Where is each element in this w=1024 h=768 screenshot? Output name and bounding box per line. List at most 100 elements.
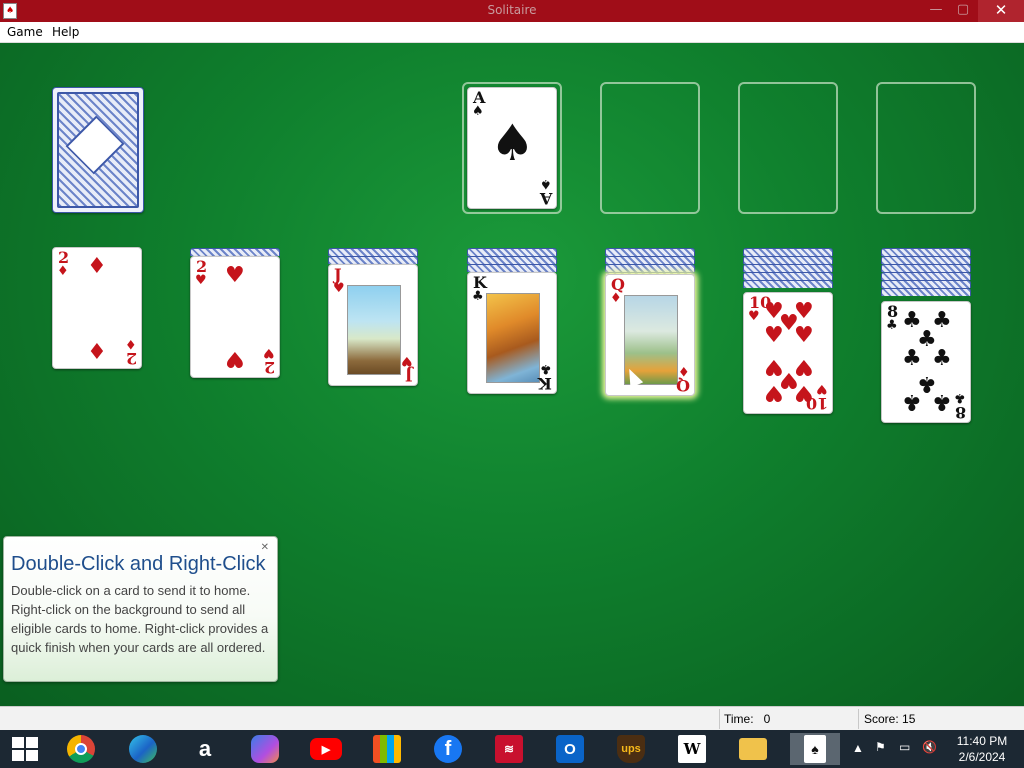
tableau-5-hidden-card: [605, 248, 695, 256]
card-rank: 2: [263, 358, 275, 377]
card-suit-icon: ♦: [610, 291, 622, 306]
tableau-6-hidden-card: [743, 256, 833, 264]
king-face-art: [486, 293, 540, 383]
ups-button[interactable]: ups: [612, 733, 650, 765]
amazon-icon: a: [198, 736, 212, 761]
tableau-7-hidden-card: [881, 280, 971, 288]
bank-of-america-button[interactable]: ≋: [490, 733, 528, 765]
wikipedia-button[interactable]: W: [673, 733, 711, 765]
amazon-button[interactable]: a: [186, 733, 224, 765]
tableau-6-hidden-card: [743, 280, 833, 288]
maximize-button[interactable]: ▢: [948, 0, 978, 22]
card-suit-icon: ♥: [333, 281, 345, 296]
score-display: Score: 15: [864, 712, 915, 726]
facebook-button[interactable]: f: [429, 733, 467, 765]
card-rank: 2: [125, 349, 137, 368]
tableau-6-hidden-card: [743, 264, 833, 272]
chrome-button[interactable]: [62, 733, 100, 765]
status-bar: Time: 0 Score: 15: [0, 706, 1024, 730]
tableau-7-top-card[interactable]: 8 ♣ ♣ ♣ ♣ ♣ ♣ ♣ ♣ ♣ ♣ 8: [881, 301, 971, 423]
foundation-top-card[interactable]: A ♠ ♠ ♠ A: [467, 87, 557, 209]
close-icon[interactable]: ✕: [261, 542, 269, 553]
system-clock[interactable]: 11:40 PM 2/6/2024: [950, 733, 1014, 765]
foundation-2[interactable]: [600, 82, 700, 214]
foundation-3[interactable]: [738, 82, 838, 214]
tableau-4-hidden-card: [467, 248, 557, 256]
copilot-button[interactable]: [246, 733, 284, 765]
score-label: Score:: [864, 712, 899, 726]
solitaire-taskbar-button[interactable]: ♠: [790, 733, 840, 765]
club-icon: ♣: [932, 389, 952, 414]
tableau-5-top-card[interactable]: Q ♦ ♦ Q: [605, 274, 695, 396]
tableau-5-hidden-card: [605, 264, 695, 272]
menu-game[interactable]: Game: [7, 25, 43, 39]
card-suit-icon: ♣: [886, 318, 898, 333]
outlook-button[interactable]: O: [551, 733, 589, 765]
tableau-1-top-card[interactable]: 2 ♦ ♦ ♦ ♦ 2: [52, 247, 142, 369]
status-divider: [858, 709, 859, 729]
tableau-6-top-card[interactable]: 10 ♥ ♥ ♥ ♥ ♥ ♥ ♥ ♥ ♥ ♥ ♥ ♥ 10: [743, 292, 833, 414]
card-rank: 8: [954, 403, 966, 422]
menu-help[interactable]: Help: [52, 25, 79, 39]
flag-icon[interactable]: ⚑: [875, 740, 886, 768]
tableau-6-hidden-card: [743, 248, 833, 256]
tip-body: Double-click on a card to send it to hom…: [11, 583, 269, 655]
chevron-up-icon[interactable]: ▲: [852, 741, 864, 768]
heart-icon: ♥: [225, 346, 245, 371]
tableau-3-top-card[interactable]: J ♥ ♥ J: [328, 264, 418, 386]
minimize-button[interactable]: —: [921, 0, 951, 22]
window-title: Solitaire: [487, 3, 537, 17]
card-suit-icon: ♥: [195, 273, 207, 288]
chrome-icon: [67, 735, 95, 763]
edge-icon: [129, 735, 157, 763]
bank-of-america-icon: ≋: [495, 735, 523, 763]
tableau-7-hidden-card: [881, 264, 971, 272]
tableau-7-hidden-card: [881, 256, 971, 264]
file-explorer-button[interactable]: [734, 733, 772, 765]
tableau-2-hidden-card: [190, 248, 280, 256]
tip-title: Double-Click and Right-Click: [11, 553, 266, 575]
network-icon[interactable]: ▭: [899, 740, 910, 768]
tableau-4-hidden-card: [467, 256, 557, 264]
file-explorer-icon: [739, 738, 767, 760]
time-label: Time:: [724, 712, 754, 726]
spade-icon: ♠: [490, 114, 535, 172]
start-icon: [12, 737, 38, 761]
ups-icon: ups: [617, 735, 645, 763]
foundation-1[interactable]: A ♠ ♠ ♠ A: [462, 82, 562, 214]
tableau-7-hidden-card: [881, 272, 971, 280]
close-button[interactable]: ✕: [978, 0, 1024, 22]
tableau-5-hidden-card: [605, 256, 695, 264]
volume-muted-icon[interactable]: 🔇: [922, 740, 937, 768]
tableau-7-hidden-card: [881, 288, 971, 296]
foundation-4[interactable]: [876, 82, 976, 214]
card-suit-icon: ♦: [57, 264, 69, 279]
menu-bar: Game Help: [0, 22, 1024, 43]
clock-time: 11:40 PM: [956, 734, 1008, 748]
tip-panel: ✕ Double-Click and Right-Click Double-cl…: [3, 536, 278, 682]
diamond-icon: ♦: [87, 254, 107, 279]
tableau-7-hidden-card: [881, 248, 971, 256]
heart-icon: ♥: [225, 263, 245, 288]
start-button[interactable]: [6, 733, 44, 765]
solitaire-window: ♠ Solitaire — ▢ ✕ Game Help A ♠ ♠ ♠ A 2 …: [0, 0, 1024, 768]
youtube-button[interactable]: ▶: [307, 733, 345, 765]
diamond-icon: ♦: [87, 337, 107, 362]
store-button[interactable]: [368, 733, 406, 765]
tableau-4-top-card[interactable]: K ♣ ♣ K: [467, 272, 557, 394]
wikipedia-icon: W: [678, 735, 706, 763]
tableau-3-hidden-card: [328, 256, 418, 264]
copilot-icon: [251, 735, 279, 763]
card-rank: 10: [805, 394, 828, 413]
club-icon: ♣: [932, 346, 952, 371]
title-bar[interactable]: ♠ Solitaire — ▢ ✕: [0, 0, 1024, 22]
heart-icon: ♥: [764, 323, 784, 348]
tableau-4-hidden-card: [467, 264, 557, 272]
card-rank: Q: [676, 376, 690, 395]
edge-button[interactable]: [124, 733, 162, 765]
taskbar: a ▶ f ≋ O ups W ♠ ▲ ⚑ ▭ 🔇 11:40 PM 2/6/2…: [0, 730, 1024, 768]
tableau-2-top-card[interactable]: 2 ♥ ♥ ♥ ♥ 2: [190, 256, 280, 378]
score-value: 15: [902, 712, 916, 726]
time-value: 0: [763, 712, 771, 726]
stock-pile[interactable]: [52, 87, 144, 213]
